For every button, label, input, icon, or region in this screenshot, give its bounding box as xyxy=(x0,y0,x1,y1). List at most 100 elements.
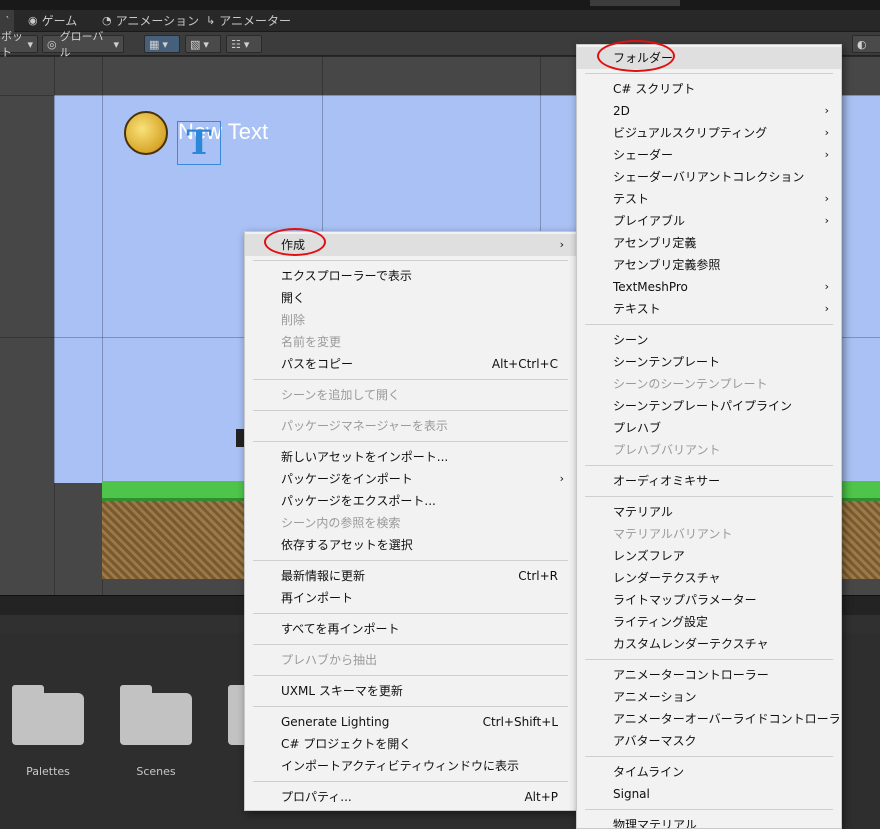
menu-item-label: オーディオミキサー xyxy=(613,474,721,488)
create-submenu-item[interactable]: レンダーテクスチャ xyxy=(577,567,841,589)
menu-item-label: シーンテンプレート xyxy=(613,355,721,369)
create-submenu-item: シーンのシーンテンプレート xyxy=(577,373,841,395)
context-menu-item[interactable]: プロパティ... Alt+P xyxy=(245,786,576,808)
menu-separator xyxy=(245,671,576,680)
context-menu-item[interactable]: 開く xyxy=(245,287,576,309)
menu-item-label: マテリアル xyxy=(613,505,673,519)
tab-animation[interactable]: ◔ アニメーション xyxy=(102,10,199,32)
create-submenu-item[interactable]: レンズフレア xyxy=(577,545,841,567)
create-submenu-item[interactable]: アニメーターオーバーライドコントローラー xyxy=(577,708,841,730)
create-submenu-item[interactable]: シーンテンプレート xyxy=(577,351,841,373)
ruler-toggle[interactable]: ☷ ▾ xyxy=(226,35,262,53)
menu-item-label: C# スクリプト xyxy=(613,82,696,96)
context-menu-item[interactable]: C# プロジェクトを開く xyxy=(245,733,576,755)
create-submenu-item: プレハブバリアント xyxy=(577,439,841,461)
create-submenu-item[interactable]: アバターマスク xyxy=(577,730,841,752)
chevron-down-icon: ▾ xyxy=(27,37,33,51)
create-submenu-item[interactable]: テキスト › xyxy=(577,298,841,320)
create-submenu-item[interactable]: シェーダー › xyxy=(577,144,841,166)
context-menu-item[interactable]: 作成 › xyxy=(245,234,576,256)
create-submenu-item[interactable]: 物理マテリアル xyxy=(577,814,841,828)
menu-separator xyxy=(577,69,841,78)
context-menu-item[interactable]: 依存するアセットを選択 xyxy=(245,534,576,556)
create-submenu-item[interactable]: カスタムレンダーテクスチャ xyxy=(577,633,841,655)
create-submenu-item[interactable]: ビジュアルスクリプティング › xyxy=(577,122,841,144)
context-menu-item[interactable]: エクスプローラーで表示 xyxy=(245,265,576,287)
create-submenu-item[interactable]: アニメーション xyxy=(577,686,841,708)
menu-item-label: フォルダー xyxy=(613,51,674,65)
create-submenu-item[interactable]: タイムライン xyxy=(577,761,841,783)
context-menu-item[interactable]: パッケージをインポート › xyxy=(245,468,576,490)
menu-item-label: レンダーテクスチャ xyxy=(613,571,721,585)
snap-increment-toggle[interactable]: ▧ ▾ xyxy=(185,35,221,53)
chevron-right-icon: › xyxy=(559,238,564,251)
grid-snap-toggle[interactable]: ▦ ▾ xyxy=(144,35,180,53)
folder-icon[interactable] xyxy=(12,685,84,745)
menu-item-label: ライティング設定 xyxy=(613,615,709,629)
create-submenu-item[interactable]: アニメーターコントローラー xyxy=(577,664,841,686)
global-dropdown[interactable]: ◎ グローバル ▾ xyxy=(42,30,124,59)
menu-item-shortcut: Alt+P xyxy=(524,790,558,804)
chevron-right-icon: › xyxy=(824,214,829,227)
create-submenu-item[interactable]: プレイアブル › xyxy=(577,210,841,232)
pivot-dropdown[interactable]: ボット ▾ xyxy=(0,30,38,59)
grid-icon: ▦ xyxy=(149,37,160,51)
menu-item-label: シェーダー xyxy=(613,148,674,162)
create-submenu-item[interactable]: プレハブ xyxy=(577,417,841,439)
text-gizmo-icon[interactable]: T xyxy=(177,121,221,165)
menu-item-label: マテリアルバリアント xyxy=(613,527,733,541)
context-menu-item[interactable]: Generate Lighting Ctrl+Shift+L xyxy=(245,711,576,733)
create-submenu-item[interactable]: ライトマップパラメーター xyxy=(577,589,841,611)
menu-separator xyxy=(245,640,576,649)
context-menu-item[interactable]: パッケージをエクスポート... xyxy=(245,490,576,512)
chevron-right-icon: › xyxy=(824,148,829,161)
context-menu-item[interactable]: インポートアクティビティウィンドウに表示 xyxy=(245,755,576,777)
context-menu-item[interactable]: すべてを再インポート xyxy=(245,618,576,640)
context-menu-item[interactable]: パスをコピー Alt+Ctrl+C xyxy=(245,353,576,375)
context-menu-item[interactable]: 再インポート xyxy=(245,587,576,609)
context-menu-item[interactable]: 最新情報に更新 Ctrl+R xyxy=(245,565,576,587)
chevron-down-icon: ▾ xyxy=(162,37,168,51)
menu-item-label: シーン xyxy=(613,333,649,347)
editor-tab-bar: ‵ ◉ ゲーム ◔ アニメーション ↳ アニメーター xyxy=(0,10,880,32)
character-sprite[interactable] xyxy=(236,429,244,447)
create-submenu-item[interactable]: オーディオミキサー xyxy=(577,470,841,492)
shading-mode-dropdown[interactable]: ◐ xyxy=(852,35,880,53)
coin-sprite[interactable] xyxy=(124,111,168,155)
menu-item-label: シーンを追加して開く xyxy=(281,388,401,402)
create-submenu-item[interactable]: マテリアル xyxy=(577,501,841,523)
menu-item-label: UXML スキーマを更新 xyxy=(281,684,403,698)
create-submenu-item[interactable]: シェーダーバリアントコレクション xyxy=(577,166,841,188)
tab-animator[interactable]: ↳ アニメーター xyxy=(206,10,291,32)
create-submenu-item[interactable]: テスト › xyxy=(577,188,841,210)
create-submenu-item[interactable]: フォルダー xyxy=(577,47,841,69)
context-menu-item[interactable]: UXML スキーマを更新 xyxy=(245,680,576,702)
menu-separator xyxy=(577,492,841,501)
create-submenu-item[interactable]: アセンブリ定義 xyxy=(577,232,841,254)
play-controls[interactable] xyxy=(590,0,680,6)
folder-icon[interactable] xyxy=(120,685,192,745)
menu-item-label: テキスト xyxy=(613,302,661,316)
create-submenu-item[interactable]: Signal xyxy=(577,783,841,805)
create-submenu-item[interactable]: アセンブリ定義参照 xyxy=(577,254,841,276)
chevron-down-icon: ▾ xyxy=(113,37,119,51)
menu-separator xyxy=(577,655,841,664)
menu-item-label: 作成 xyxy=(281,238,306,252)
menu-separator xyxy=(245,375,576,384)
menu-item-label: プロパティ... xyxy=(281,790,352,804)
context-menu-item[interactable]: 新しいアセットをインポート... xyxy=(245,446,576,468)
create-submenu-item[interactable]: C# スクリプト xyxy=(577,78,841,100)
context-menu-item: シーンを追加して開く xyxy=(245,384,576,406)
create-submenu-item[interactable]: ライティング設定 xyxy=(577,611,841,633)
menu-item-label: シーンテンプレートパイプライン xyxy=(613,399,793,413)
context-menu-item: プレハブから抽出 xyxy=(245,649,576,671)
create-submenu-item[interactable]: 2D › xyxy=(577,100,841,122)
menu-item-label: シーン内の参照を検索 xyxy=(281,516,401,530)
create-submenu-item[interactable]: シーンテンプレートパイプライン xyxy=(577,395,841,417)
menu-separator xyxy=(245,777,576,786)
chevron-down-icon: ▾ xyxy=(203,37,209,51)
create-submenu-item[interactable]: シーン xyxy=(577,329,841,351)
create-submenu-item[interactable]: TextMeshPro › xyxy=(577,276,841,298)
menu-item-shortcut: Ctrl+Shift+L xyxy=(482,715,558,729)
ruler-icon: ☷ xyxy=(231,37,241,51)
